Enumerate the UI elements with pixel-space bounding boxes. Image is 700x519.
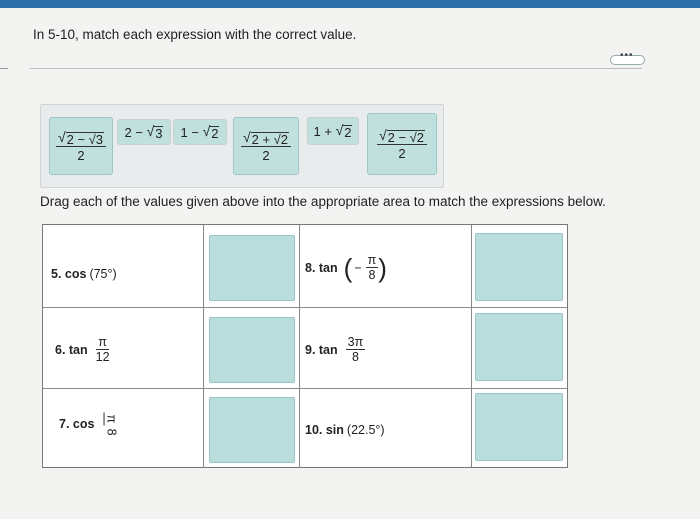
- row-divider: [43, 388, 567, 389]
- denominator: 12: [95, 350, 110, 364]
- radicand: 2: [343, 125, 353, 140]
- value-tile-4[interactable]: √ 2 + √2 2: [233, 117, 299, 175]
- numerator: π: [103, 412, 119, 426]
- sqrt-icon: √: [146, 123, 155, 139]
- expression-6: 6. tan π 12: [55, 335, 110, 364]
- column-divider: [471, 225, 472, 467]
- sqrt-icon: √: [335, 122, 344, 138]
- denominator: 2: [262, 147, 270, 163]
- value-tile-2[interactable]: 2 − √ 3: [117, 119, 171, 145]
- radicand: 2 − √3: [65, 131, 105, 147]
- expression-argument: (75°): [89, 267, 117, 281]
- denominator: 2: [77, 147, 85, 163]
- right-paren: ): [378, 252, 387, 283]
- expression-label: 7. cos: [59, 417, 95, 431]
- expression-5: 5. cos (75°): [51, 267, 117, 281]
- fraction: π 8: [365, 253, 379, 282]
- drop-zone-5[interactable]: [209, 235, 295, 301]
- value-text: 1 −: [180, 124, 203, 140]
- numerator: π: [96, 335, 109, 350]
- expression-label: 6. tan: [55, 342, 88, 357]
- sqrt-icon: √: [57, 128, 66, 145]
- top-bar: [0, 0, 700, 8]
- expression-10: 10. sin (22.5°): [305, 423, 385, 437]
- fraction: √ 2 − √3 2: [55, 128, 107, 163]
- ellipsis-icon: •••: [620, 50, 634, 61]
- expression-label: 10. sin: [305, 423, 344, 437]
- value-tile-6[interactable]: √ 2 − √2 2: [367, 113, 437, 175]
- numerator: π: [365, 253, 379, 268]
- more-options-button[interactable]: •••: [610, 50, 645, 65]
- drop-zone-10[interactable]: [475, 393, 563, 461]
- drop-zone-7[interactable]: [209, 397, 295, 463]
- radicand: 3: [154, 126, 164, 141]
- edge-mark: [0, 68, 8, 69]
- expression-label: 8. tan: [305, 260, 338, 275]
- drag-instructions: Drag each of the values given above into…: [40, 194, 606, 209]
- expression-7: 7. cos π 8: [59, 412, 124, 436]
- value-tile-5[interactable]: 1 + √ 2: [307, 117, 359, 145]
- left-paren: (: [343, 252, 353, 283]
- fraction: π 12: [96, 335, 110, 364]
- instructions-text: In 5-10, match each expression with the …: [33, 27, 357, 42]
- denominator: 8: [104, 428, 119, 436]
- column-divider: [203, 225, 204, 467]
- sqrt-icon: √: [202, 123, 211, 139]
- column-divider: [299, 225, 300, 467]
- row-divider: [43, 307, 567, 308]
- value-tile-1[interactable]: √ 2 − √3 2: [49, 117, 113, 175]
- denominator: 8: [368, 268, 376, 282]
- fraction: 3π 8: [345, 335, 366, 364]
- fraction: √ 2 + √2 2: [240, 128, 292, 163]
- radicand: 2: [210, 126, 220, 141]
- drop-zone-9[interactable]: [475, 313, 563, 381]
- expression-label: 5. cos: [51, 267, 87, 281]
- fraction: √ 2 − √2 2: [376, 126, 428, 161]
- numerator: 3π: [345, 335, 366, 350]
- match-table: 5. cos (75°) 8. tan ( − π 8 ) 6. tan π 1…: [42, 224, 568, 468]
- value-tile-3[interactable]: 1 − √ 2: [173, 119, 227, 145]
- answer-pool: √ 2 − √3 2 2 − √ 3 1 − √ 2 √ 2 + √2 2 1 + √ 2…: [40, 104, 444, 188]
- radicand: 2 − √2: [386, 129, 426, 145]
- value-text: 2 −: [124, 124, 147, 140]
- value-text: 1 +: [313, 123, 336, 139]
- expression-label: 9. tan: [305, 342, 338, 357]
- radicand: 2 + √2: [250, 131, 290, 147]
- sqrt-icon: √: [242, 128, 251, 145]
- drop-zone-6[interactable]: [209, 317, 295, 383]
- sqrt-icon: √: [378, 126, 387, 143]
- expression-argument: (22.5°): [346, 423, 385, 437]
- denominator: 8: [351, 350, 359, 364]
- fraction: π 8: [103, 412, 119, 436]
- negative-sign: −: [354, 260, 362, 275]
- expression-9: 9. tan 3π 8: [305, 335, 366, 364]
- denominator: 2: [398, 145, 406, 161]
- divider: [30, 68, 642, 69]
- drop-zone-8[interactable]: [475, 233, 563, 301]
- expression-8: 8. tan ( − π 8 ): [305, 253, 387, 282]
